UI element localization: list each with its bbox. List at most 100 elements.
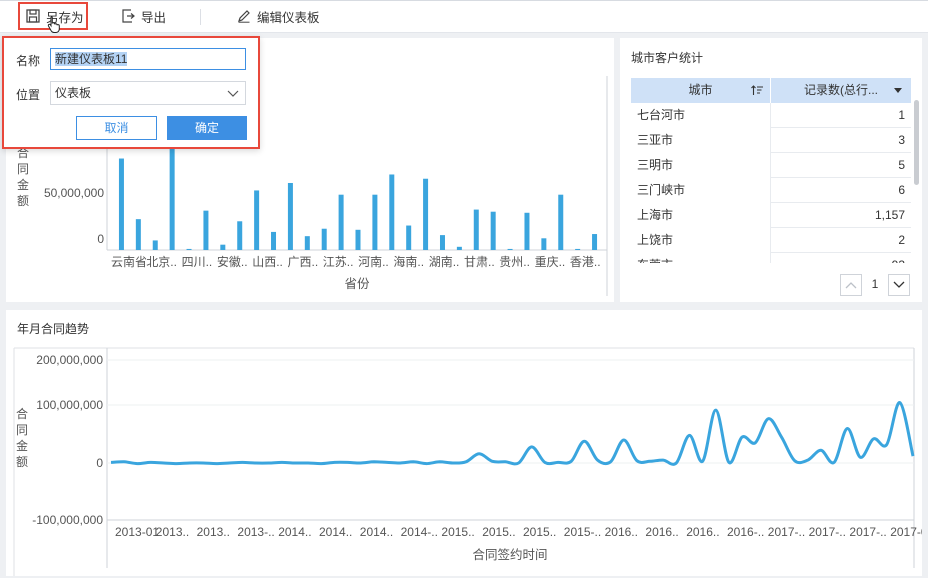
- panel-title: 城市客户统计: [631, 51, 704, 65]
- name-input[interactable]: 新建仪表板11: [50, 48, 246, 70]
- location-label: 位置: [16, 88, 41, 102]
- column-header-count[interactable]: 记录数(总行...: [771, 78, 911, 103]
- bar[interactable]: [287, 182, 293, 250]
- bar[interactable]: [423, 178, 429, 250]
- x-tick-label: 2015..: [482, 525, 515, 539]
- table-row[interactable]: 三亚市 3: [631, 128, 911, 153]
- bar[interactable]: [304, 236, 310, 250]
- x-tick-label: 四川..: [182, 255, 213, 269]
- sort-icon[interactable]: [751, 85, 763, 96]
- bar[interactable]: [169, 133, 175, 250]
- bar[interactable]: [558, 194, 564, 250]
- city-customer-panel: 城市客户统计 城市 记录数(总行... 七台河市 1 三亚市 3 三明市 5 三门峡市 6 上海…: [620, 38, 922, 302]
- table-row[interactable]: 上饶市 2: [631, 228, 911, 253]
- y-tick-label: 100,000,000: [36, 398, 103, 412]
- bar[interactable]: [118, 158, 124, 250]
- bar[interactable]: [152, 240, 158, 250]
- hand-cursor-icon: [47, 16, 60, 33]
- bar[interactable]: [456, 246, 462, 250]
- bar[interactable]: [372, 194, 378, 250]
- cancel-button[interactable]: 取消: [76, 116, 157, 140]
- bar[interactable]: [575, 248, 581, 250]
- table-row[interactable]: 上海市 1,157: [631, 203, 911, 228]
- y-axis-title-char: 同: [16, 423, 28, 437]
- x-tick-label: 2017-..: [849, 525, 886, 539]
- page-prev-button[interactable]: [840, 274, 862, 296]
- location-select[interactable]: 仪表板: [50, 81, 246, 105]
- export-label: 导出: [141, 10, 167, 25]
- bar[interactable]: [389, 174, 395, 250]
- bar[interactable]: [321, 228, 327, 250]
- table-row[interactable]: 三明市 5: [631, 153, 911, 178]
- confirm-button[interactable]: 确定: [167, 116, 247, 140]
- y-axis-title-char: 额: [16, 455, 28, 469]
- count-cell: 1,157: [874, 208, 905, 222]
- bar[interactable]: [203, 210, 209, 250]
- y-axis-title-char: 合: [16, 406, 28, 421]
- trend-series-line: [110, 401, 915, 466]
- page-number: 1: [871, 277, 879, 291]
- bar[interactable]: [355, 229, 361, 250]
- chevron-up-icon: [845, 282, 857, 289]
- x-axis-title: 省份: [344, 277, 370, 291]
- x-tick-labels: 2013-012013.. 2013.. 2013-.. 2014.. 2014.. 20…: [115, 525, 922, 539]
- city-cell: 东莞市: [631, 253, 771, 263]
- y-axis-title-char: 同: [17, 162, 29, 176]
- x-tick-label: 2015..: [441, 525, 474, 539]
- column-header-label: 城市: [688, 83, 713, 97]
- x-tick-label: 2016..: [605, 525, 638, 539]
- bar[interactable]: [507, 248, 513, 250]
- x-tick-label: 2013-..: [237, 525, 274, 539]
- x-tick-label: 2013..: [156, 525, 189, 539]
- export-icon: [122, 9, 135, 23]
- bar[interactable]: [271, 231, 277, 250]
- x-tick-label: 2014..: [319, 525, 352, 539]
- table-row[interactable]: 七台河市 1: [631, 103, 911, 128]
- bar[interactable]: [237, 221, 243, 250]
- table-row[interactable]: 三门峡市 6: [631, 178, 911, 203]
- table-scrollbar[interactable]: [914, 100, 919, 185]
- name-label: 名称: [16, 54, 41, 68]
- count-cell: 93: [771, 253, 911, 263]
- y-axis-title-char: 金: [16, 438, 28, 453]
- bar[interactable]: [524, 212, 530, 250]
- x-tick-label: 2017-..: [768, 525, 805, 539]
- column-header-city[interactable]: 城市: [631, 78, 771, 103]
- city-cell: 三门峡市: [631, 178, 771, 203]
- pencil-icon: [238, 10, 250, 23]
- bar[interactable]: [592, 234, 598, 250]
- count-cell: 5: [898, 158, 905, 172]
- export-button[interactable]: 导出: [121, 2, 166, 30]
- bar[interactable]: [254, 190, 260, 250]
- bar[interactable]: [338, 194, 344, 250]
- x-tick-label: 广西..: [288, 255, 319, 269]
- bar[interactable]: [186, 248, 192, 250]
- city-cell: 上饶市: [631, 228, 771, 253]
- table-row[interactable]: 东莞市93: [631, 253, 911, 263]
- bar[interactable]: [439, 235, 445, 250]
- dropdown-arrow-icon[interactable]: [894, 88, 902, 93]
- bar[interactable]: [473, 209, 479, 250]
- save-icon: [26, 9, 40, 23]
- y-tick-label: 0: [97, 232, 104, 246]
- x-tick-label: 安徽..: [217, 254, 248, 269]
- count-cell: 2: [898, 233, 905, 247]
- chevron-down-icon: [227, 90, 239, 97]
- bar[interactable]: [490, 211, 496, 250]
- save-as-dialog: 名称 新建仪表板11 位置 仪表板 取消 确定: [2, 36, 260, 149]
- column-header-label: 记录数(总行...: [804, 83, 878, 97]
- page-next-button[interactable]: [888, 274, 910, 296]
- bar-series: [118, 133, 598, 250]
- table-header: 城市 记录数(总行...: [631, 78, 911, 103]
- bar[interactable]: [406, 225, 412, 250]
- bar[interactable]: [220, 244, 226, 250]
- x-tick-label: 2014..: [278, 525, 311, 539]
- toolbar: 另存为 导出 编辑仪表板: [0, 0, 928, 33]
- x-tick-label: 2016..: [686, 525, 719, 539]
- edit-dashboard-button[interactable]: 编辑仪表板: [237, 2, 320, 30]
- bar[interactable]: [135, 219, 141, 250]
- x-tick-label: 湖南..: [429, 254, 460, 269]
- x-tick-label: 河南..: [358, 254, 389, 269]
- bar[interactable]: [541, 238, 547, 250]
- x-tick-label: 2017-08: [890, 525, 922, 539]
